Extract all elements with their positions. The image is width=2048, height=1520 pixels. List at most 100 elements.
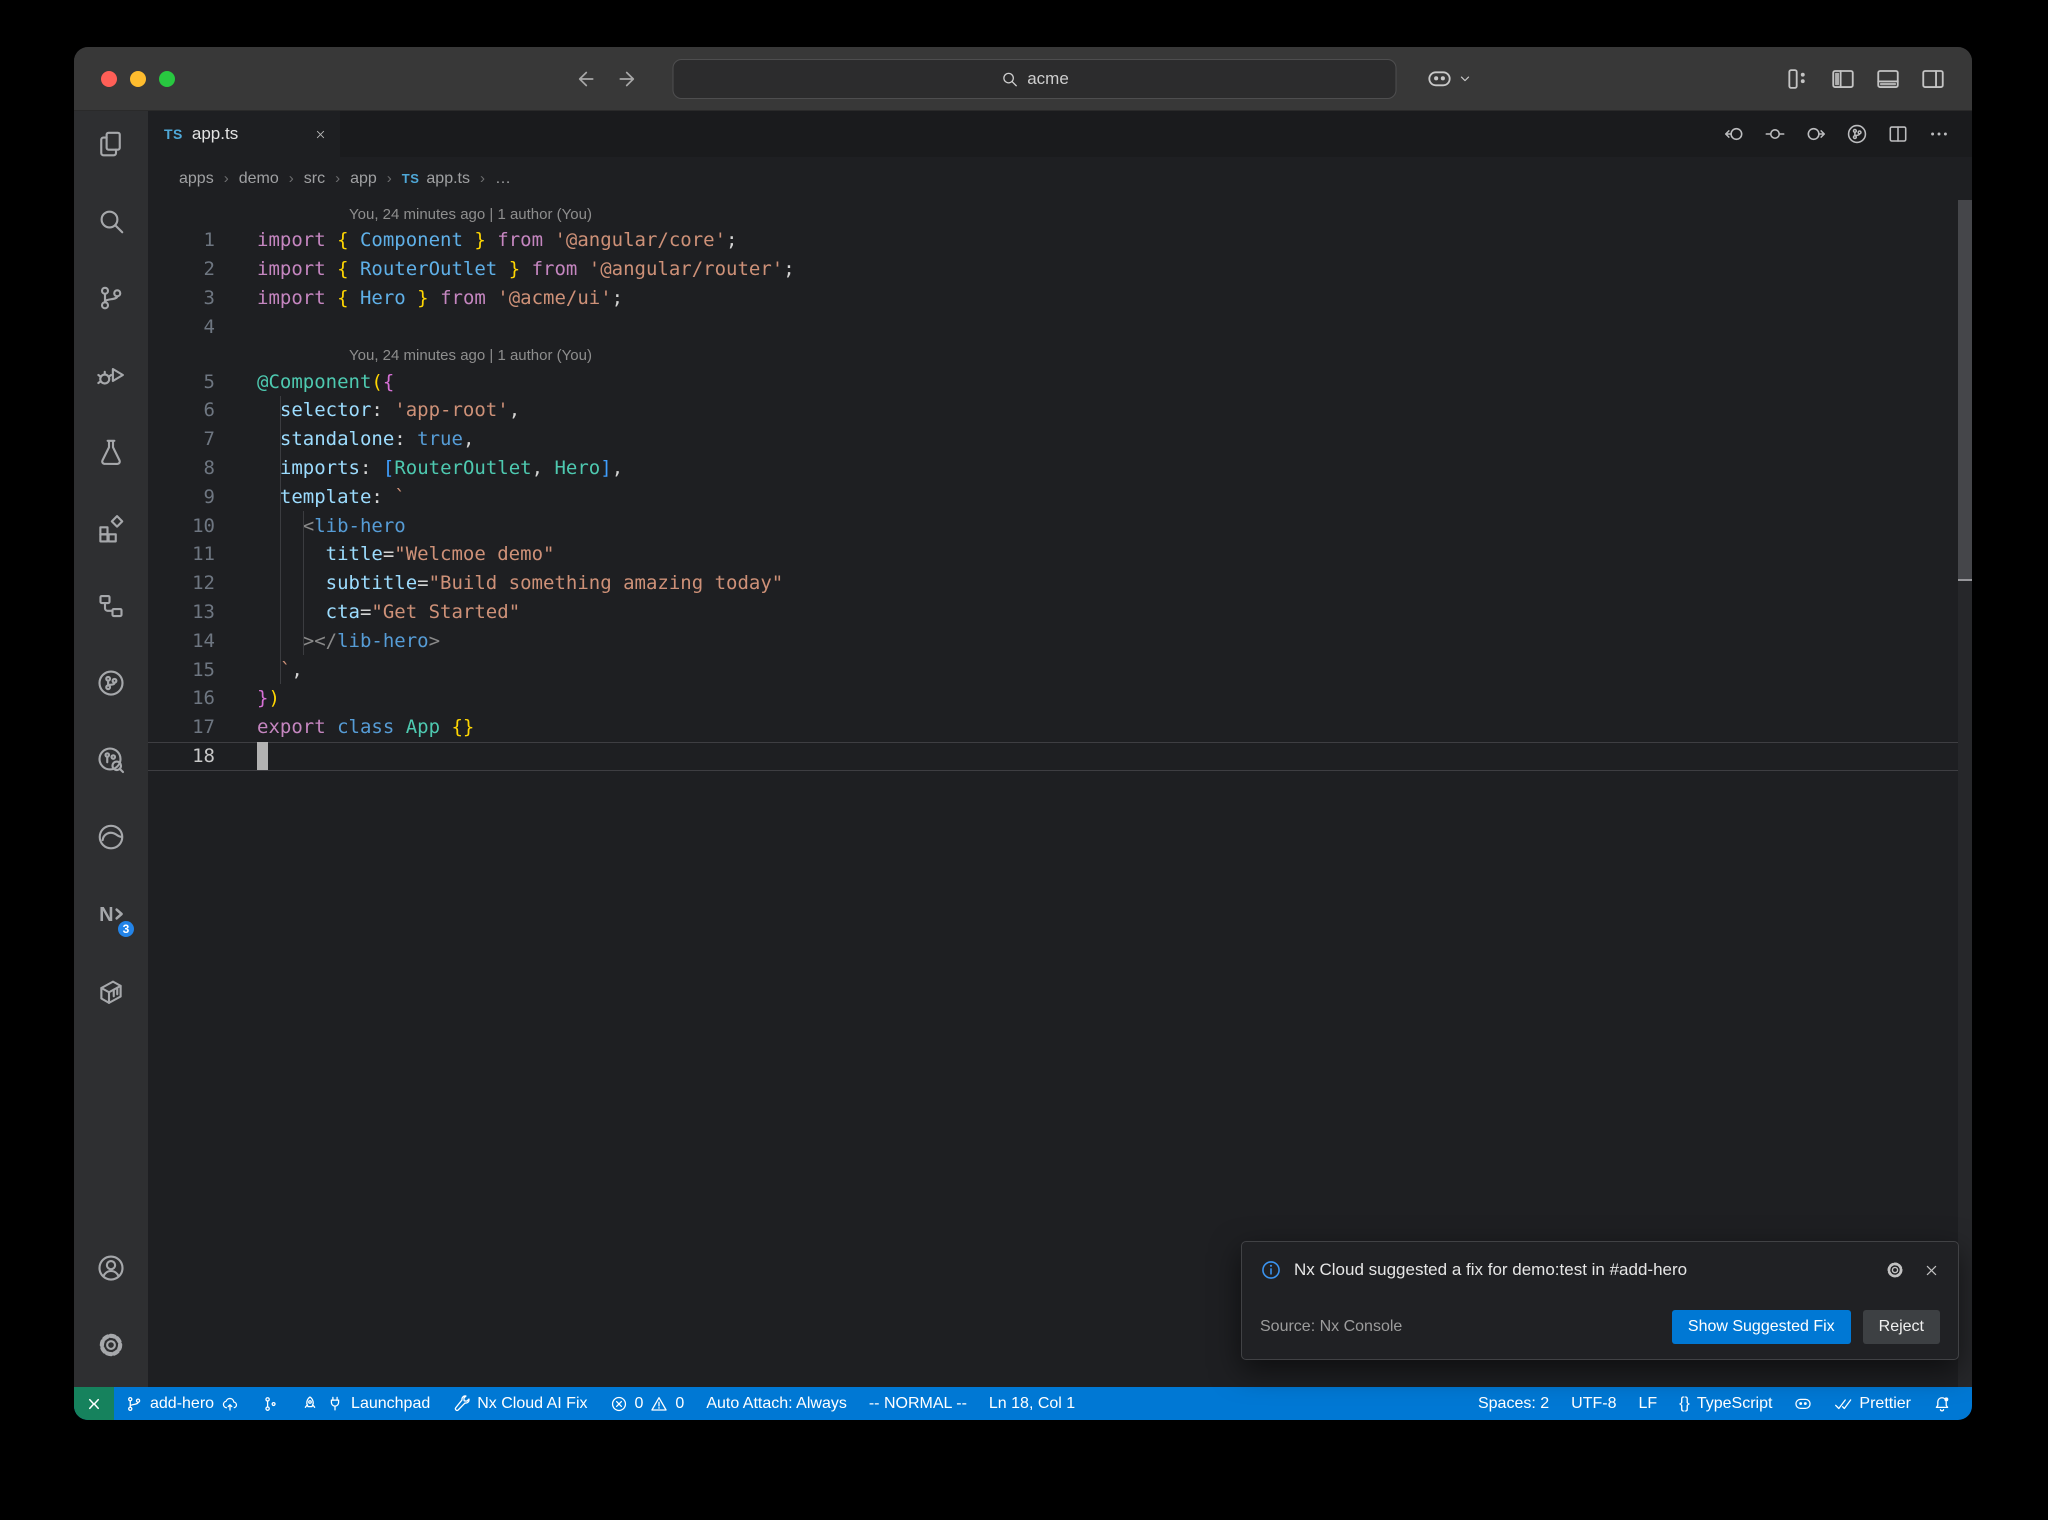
title-bar: acme: [74, 47, 1972, 111]
activity-bar-item-search[interactable]: [74, 198, 148, 244]
tab-app-ts[interactable]: TS app.ts: [148, 111, 340, 157]
activity-bar-item-extensions[interactable]: [74, 506, 148, 552]
line-number: 18: [192, 744, 215, 767]
status-item-copilot[interactable]: [1783, 1387, 1823, 1420]
status-item-eol[interactable]: LF: [1627, 1387, 1668, 1420]
gitlens-inspect-icon: [96, 745, 126, 775]
code-line-18: 18: [148, 742, 1972, 771]
code-line-14: 14 ></lib-hero>: [148, 626, 1972, 655]
breadcrumb: apps › demo › src › app › TS app.ts ›…: [148, 157, 1972, 200]
activity-bar-item-edge-tools[interactable]: [74, 814, 148, 860]
toggle-panel-button[interactable]: [1875, 66, 1901, 92]
zoom-window-button[interactable]: [159, 70, 175, 87]
activity-bar-item-run-debug[interactable]: [74, 352, 148, 398]
activity-bar-item-nx-console[interactable]: N3: [74, 891, 148, 939]
indent-guide: [303, 511, 304, 656]
code-line-17: 17 export class App {}: [148, 713, 1972, 742]
breadcrumb-item--[interactable]: …: [495, 170, 511, 188]
breadcrumb-item-apps[interactable]: apps: [179, 170, 214, 188]
breadcrumb-item-app-ts[interactable]: TS app.ts: [402, 170, 470, 188]
breadcrumb-item-src[interactable]: src: [304, 170, 325, 188]
line-number: 7: [203, 428, 215, 451]
status-item-language[interactable]: {} TypeScript: [1668, 1387, 1783, 1420]
editor-actions: [1723, 111, 1972, 157]
status-item-vim-mode[interactable]: -- NORMAL --: [858, 1387, 978, 1420]
status-item-git-branch[interactable]: add-hero: [114, 1387, 250, 1420]
code-lens[interactable]: You, 24 minutes ago | 1 author (You): [148, 341, 1972, 367]
activity-bar-item-explorer[interactable]: [74, 121, 148, 167]
line-number: 1: [203, 229, 215, 252]
minimize-window-button[interactable]: [130, 70, 146, 87]
activity-bar-item-references[interactable]: [74, 583, 148, 629]
status-item-cursor-position[interactable]: Ln 18, Col 1: [978, 1387, 1086, 1420]
window-controls: [74, 70, 175, 87]
line-number: 3: [203, 286, 215, 309]
search-icon: [96, 206, 126, 236]
toggle-secondary-sidebar-button[interactable]: [1920, 66, 1946, 92]
status-item-encoding[interactable]: UTF-8: [1560, 1387, 1627, 1420]
activity-bar-item-gitlens[interactable]: [74, 660, 148, 706]
code-line-2: 2 import { RouterOutlet } from '@angular/…: [148, 255, 1972, 284]
ts-file-icon: TS: [164, 126, 183, 142]
status-item-problems[interactable]: 00: [599, 1387, 696, 1420]
toggle-primary-sidebar-button[interactable]: [1830, 66, 1856, 92]
tab-label: app.ts: [191, 124, 239, 143]
line-number: 9: [203, 485, 215, 508]
activity-bar-item-gitlens-inspect[interactable]: [74, 737, 148, 783]
line-number: 16: [192, 687, 215, 710]
status-item-commit-graph[interactable]: [250, 1387, 290, 1420]
activity-bar-item-source-control[interactable]: [74, 275, 148, 321]
gitlens-current-commit-button[interactable]: [1764, 123, 1786, 145]
split-editor-button[interactable]: [1887, 123, 1909, 145]
line-number: 13: [192, 600, 215, 623]
breadcrumb-item-app[interactable]: app: [350, 170, 377, 188]
container-icon: [96, 976, 126, 1006]
line-number: 14: [192, 629, 215, 652]
line-number: 4: [203, 315, 215, 338]
commit-graph-icon: [261, 1395, 279, 1413]
notification-message: Nx Cloud suggested a fix for demo:test i…: [1294, 1260, 1688, 1279]
debug-icon: [96, 360, 126, 390]
notification-close-icon[interactable]: [1923, 1262, 1940, 1279]
overview-ruler-cursor-marker: [1958, 579, 1972, 581]
activity-bar: N3: [74, 111, 148, 1387]
navigate-back-button[interactable]: [573, 67, 597, 91]
status-item-notifications[interactable]: [1922, 1387, 1962, 1420]
cloud-upload-icon: [221, 1395, 239, 1413]
activity-bar-item-accounts[interactable]: [74, 1245, 148, 1291]
close-window-button[interactable]: [101, 70, 117, 87]
status-item-indentation[interactable]: Spaces: 2: [1467, 1387, 1560, 1420]
search-value: acme: [1027, 68, 1069, 88]
gitlens-graph-button[interactable]: [1846, 123, 1868, 145]
navigate-forward-button[interactable]: [617, 67, 641, 91]
remote-icon: [85, 1395, 103, 1413]
notification-settings-gear-icon[interactable]: [1885, 1260, 1905, 1280]
beaker-icon: [96, 437, 126, 467]
reject-button[interactable]: Reject: [1862, 1310, 1940, 1344]
remote-indicator[interactable]: [74, 1387, 114, 1420]
status-item-nx-cloud-ai-fix[interactable]: Nx Cloud AI Fix: [441, 1387, 598, 1420]
gitlens-forward-button[interactable]: [1805, 123, 1827, 145]
close-tab-icon[interactable]: [314, 128, 327, 141]
activity-bar-item-settings[interactable]: [74, 1322, 148, 1368]
more-actions-button[interactable]: [1928, 123, 1950, 145]
scrollbar-thumb[interactable]: [1958, 200, 1972, 579]
breadcrumb-item-demo[interactable]: demo: [239, 170, 279, 188]
code-lens[interactable]: You, 24 minutes ago | 1 author (You): [148, 200, 1972, 226]
copilot-menu[interactable]: [1427, 66, 1474, 92]
line-number: 12: [192, 572, 215, 595]
files-icon: [96, 129, 126, 159]
status-item-formatter[interactable]: Prettier: [1823, 1387, 1922, 1420]
status-item-launchpad[interactable]: Launchpad: [290, 1387, 441, 1420]
code-editor[interactable]: You, 24 minutes ago | 1 author (You) 1 imp…: [148, 200, 1972, 1387]
line-number: 6: [203, 399, 215, 422]
activity-bar-item-containers[interactable]: [74, 968, 148, 1014]
gitlens-back-button[interactable]: [1723, 123, 1745, 145]
extensions-icon: [96, 514, 126, 544]
command-center-search[interactable]: acme: [672, 58, 1397, 99]
source-control-icon: [96, 283, 126, 313]
status-item-auto-attach[interactable]: Auto Attach: Always: [695, 1387, 858, 1420]
activity-bar-item-testing[interactable]: [74, 429, 148, 475]
show-suggested-fix-button[interactable]: Show Suggested Fix: [1671, 1310, 1851, 1344]
customize-layout-button[interactable]: [1785, 66, 1811, 92]
